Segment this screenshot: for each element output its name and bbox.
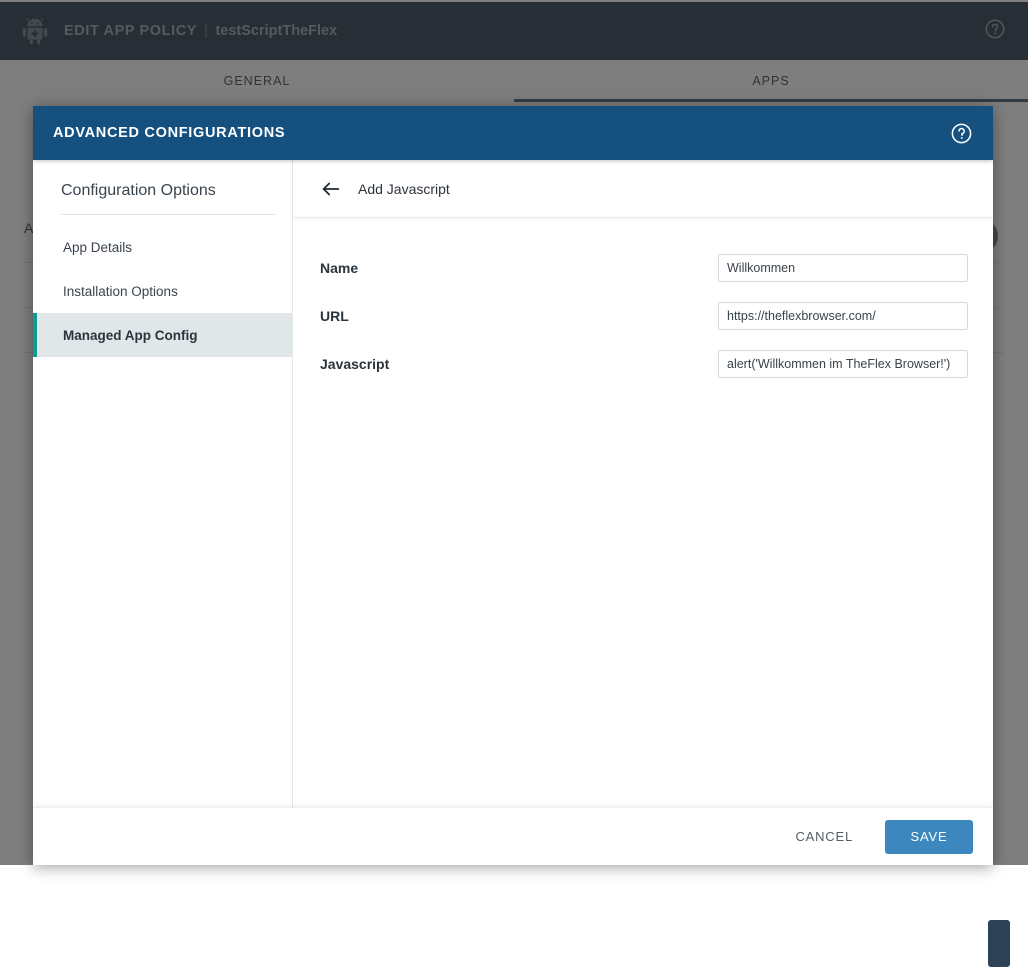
- save-button[interactable]: SAVE: [885, 820, 973, 854]
- sidebar-item-label: Managed App Config: [63, 328, 198, 343]
- arrow-left-icon[interactable]: [320, 178, 342, 200]
- name-field-wrapper: [718, 254, 968, 282]
- form-row-javascript: Javascript: [293, 340, 993, 388]
- content-header: Add Javascript: [293, 160, 993, 218]
- configuration-options-sidebar: Configuration Options App Details Instal…: [33, 160, 293, 807]
- sidebar-item-installation-options[interactable]: Installation Options: [33, 269, 292, 313]
- help-circle-icon[interactable]: [950, 122, 973, 145]
- dialog-footer: CANCEL SAVE: [33, 807, 993, 865]
- name-label: Name: [320, 260, 358, 276]
- sidebar-item-app-details[interactable]: App Details: [33, 225, 292, 269]
- sidebar-item-managed-app-config[interactable]: Managed App Config: [33, 313, 292, 357]
- sidebar-item-label: App Details: [63, 240, 132, 255]
- url-input[interactable]: [718, 302, 968, 330]
- form-row-name: Name: [293, 244, 993, 292]
- name-input[interactable]: [718, 254, 968, 282]
- javascript-field-wrapper: [718, 350, 968, 378]
- dialog-body: Configuration Options App Details Instal…: [33, 160, 993, 807]
- url-field-wrapper: [718, 302, 968, 330]
- sidebar-divider: [61, 214, 276, 215]
- javascript-form: Name URL Javascript: [293, 218, 993, 807]
- sidebar-item-accent: [33, 225, 37, 269]
- background-side-button[interactable]: [988, 920, 1010, 967]
- advanced-configurations-dialog: ADVANCED CONFIGURATIONS Configuration Op…: [33, 106, 993, 865]
- url-label: URL: [320, 308, 349, 324]
- dialog-content: Add Javascript Name URL Javascript: [293, 160, 993, 807]
- sidebar-item-accent: [33, 269, 37, 313]
- dialog-header: ADVANCED CONFIGURATIONS: [33, 106, 993, 160]
- javascript-label: Javascript: [320, 356, 389, 372]
- dialog-title: ADVANCED CONFIGURATIONS: [53, 125, 285, 141]
- sidebar-item-label: Installation Options: [63, 284, 178, 299]
- javascript-input[interactable]: [718, 350, 968, 378]
- sidebar-item-accent: [33, 313, 37, 357]
- cancel-button[interactable]: CANCEL: [785, 821, 863, 852]
- form-row-url: URL: [293, 292, 993, 340]
- sidebar-title: Configuration Options: [33, 178, 292, 214]
- content-heading: Add Javascript: [358, 181, 450, 197]
